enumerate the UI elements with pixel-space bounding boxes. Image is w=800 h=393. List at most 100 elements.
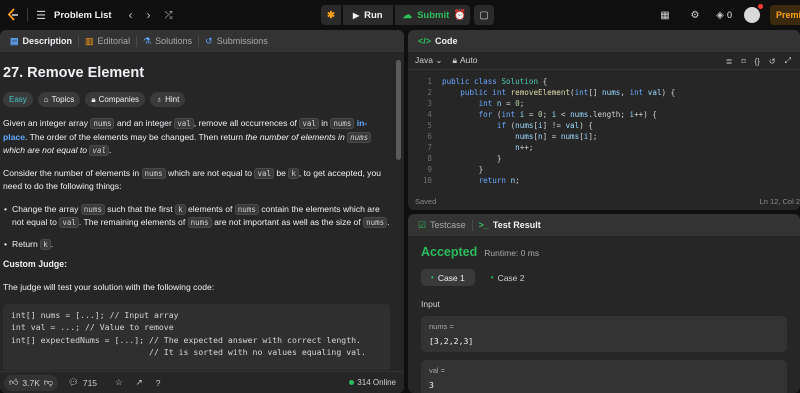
editor-status-bar: Saved Ln 12, Col 2 [408,192,800,210]
play-icon: ▶ [352,10,360,20]
description-paragraph: Given an integer array nums and an integ… [3,117,390,158]
topics-button[interactable]: ⌂ Topics [37,92,81,107]
case-label: Case 1 [437,272,465,283]
notes-button[interactable]: ▢ [474,5,494,25]
layout-grid-icon[interactable]: ▦ [655,10,675,21]
thumbs-up-icon[interactable]: 👍︎ [9,377,18,388]
lock-icon: 🔒︎ [91,94,96,104]
problem-list-link[interactable]: Problem List [54,10,112,21]
alarm-clock-icon: ⏰ [453,9,467,21]
tab-submissions[interactable]: ↺ Submissions [199,30,274,52]
description-paragraph: Consider the number of elements in nums … [3,167,382,191]
top-right-actions: ▦ ⚙ ◈ 0 Premium [645,0,800,30]
lock-icon: 🔒︎ [452,55,457,65]
run-label: Run [364,9,383,21]
save-status: Saved [415,196,437,206]
debug-button[interactable]: ✱ [321,5,341,25]
expand-icon[interactable]: ⤢ [785,56,791,66]
notification-dot [758,4,763,9]
input-box-val: val = 3 [421,360,787,393]
vote-group: 👍︎ 3.7K 👎︎ [4,374,59,391]
avatar[interactable] [744,4,763,23]
verdict: Accepted [421,245,478,259]
run-button[interactable]: ▶ Run [342,5,393,25]
verdict-row: Accepted Runtime: 0 ms [421,245,787,259]
code-editor[interactable]: 1 public class Solution { 2 public int re… [408,76,800,186]
problem-list-icon[interactable]: ☰ [34,8,48,22]
top-bar: ☰ Problem List ‹ › ⤮ ✱ ▶ Run ☁ Submit ⏰ … [0,0,800,30]
tag-icon: ⌂ [43,95,49,104]
tab-solutions[interactable]: ⚗ Solutions [137,30,198,52]
requirements-list: Change the array nums such that the firs… [4,203,390,252]
code-panel: </> Code Java ⌄ 🔒︎ Auto ≣ ⌑ {} ↺ ⤢ 1 public… [408,30,800,210]
companies-button[interactable]: 🔒︎ Companies [85,92,146,107]
input-name: nums = [429,322,454,331]
next-problem-chevron-icon[interactable]: › [144,8,154,22]
difficulty-badge: Easy [3,92,33,107]
braces-icon[interactable]: {} [755,57,760,66]
description-scrollbar[interactable] [396,60,401,160]
tab-label: Code [435,36,458,46]
online-dot [349,380,355,385]
list-item: Return k. [4,238,390,252]
bug-icon: ✱ [327,9,335,21]
hint-label: Hint [165,95,180,104]
tab-case-1[interactable]: • Case 1 [421,269,475,286]
settings-gear-icon[interactable]: ⚙ [685,10,705,21]
tab-code[interactable]: </> Code [412,30,464,52]
note-icon: ▢ [479,9,489,21]
pass-dot-icon: • [490,273,494,282]
comments-button[interactable]: 💬︎ 715 [68,377,97,388]
description-panel: ▤ Description ▥ Editorial ⚗ Solutions ↺ Subm… [0,30,404,393]
reset-icon[interactable]: ↺ [769,57,776,66]
list-item: Change the array nums such that the firs… [4,203,390,230]
result-content: Accepted Runtime: 0 ms • Case 1 • Case 2 I… [408,236,800,393]
tab-case-2[interactable]: • Case 2 [481,269,535,286]
tab-description[interactable]: ▤ Description [4,30,78,52]
case-tabs: • Case 1 • Case 2 [421,269,787,286]
prev-problem-chevron-icon[interactable]: ‹ [126,8,136,22]
input-value: [3,2,2,3] [429,336,474,346]
tab-editorial[interactable]: ▥ Editorial [79,30,136,52]
run-controls: ✱ ▶ Run ☁ Submit [321,5,458,25]
thumbs-down-icon[interactable]: 👎︎ [44,377,53,388]
premium-button[interactable]: Premium [770,5,800,25]
auto-mode-toggle[interactable]: 🔒︎ Auto [452,55,477,66]
input-box-nums: nums = [3,2,2,3] [421,316,787,352]
format-icon[interactable]: ≣ [726,57,733,66]
divider [27,8,28,22]
comment-icon: 💬︎ [68,377,79,387]
judge-code-block: int[] nums = [...]; // Input array int v… [3,303,390,370]
tab-label: Description [22,36,73,46]
streak-count: 0 [726,10,732,20]
code-brackets-icon: </> [418,36,432,46]
help-icon[interactable]: ? [156,378,161,388]
like-count: 3.7K [22,377,40,388]
tab-test-result[interactable]: >_ Test Result [473,214,547,236]
streak-flame-icon[interactable]: ◈ [715,10,725,21]
terminal-icon: >_ [478,220,489,230]
companies-label: Companies [98,95,140,104]
case-label: Case 2 [497,272,525,283]
bookmark-icon[interactable]: ⌑ [741,57,745,66]
tab-label: Test Result [492,220,541,230]
custom-judge-heading: Custom Judge: [3,259,68,269]
shuffle-icon[interactable]: ⤮ [164,10,174,21]
share-icon[interactable]: ↗ [136,377,143,388]
chevron-down-icon: ⌄ [435,55,443,65]
result-panel: ☑ Testcase >_ Test Result Accepted Runtime… [408,214,800,393]
timer-button[interactable]: ⏰ [450,5,470,25]
runtime: Runtime: 0 ms [484,248,540,258]
pass-dot-icon: • [431,273,434,282]
language-select[interactable]: Java ⌄ [415,55,442,66]
solutions-icon: ⚗ [143,35,152,46]
comment-count: 715 [82,377,98,388]
hint-button[interactable]: ♁ Hint [150,92,186,107]
cursor-position: Ln 12, Col 2 [759,196,800,206]
submit-button[interactable]: ☁ Submit [394,5,458,25]
description-footer: 👍︎ 3.7K 👎︎ 💬︎ 715 ☆ ↗ ? 314 Online [0,371,404,393]
leetcode-logo-icon[interactable] [5,7,21,23]
judge-text: The judge will test your solution with t… [3,282,215,292]
tab-testcase[interactable]: ☑ Testcase [412,214,472,236]
star-icon[interactable]: ☆ [115,377,123,388]
